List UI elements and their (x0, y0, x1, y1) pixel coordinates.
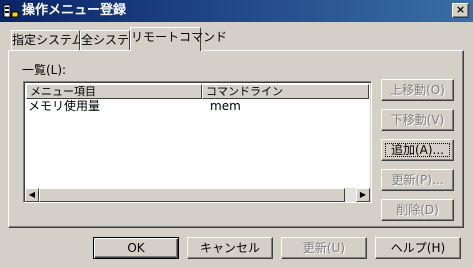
title-bar[interactable]: 操作メニュー登録 × (0, 0, 473, 22)
update-entry-button[interactable]: 更新(P)... (381, 169, 454, 191)
delete-button[interactable]: 削除(D) (381, 199, 454, 221)
tab-label: リモートコマンド (131, 30, 228, 44)
row-menu-item: メモリ使用量 (28, 99, 101, 113)
dialog-app-icon (3, 4, 19, 18)
scroll-right-icon: ▶ (359, 190, 367, 199)
cancel-button[interactable]: キャンセル (187, 237, 273, 259)
scroll-left-button[interactable]: ◀ (25, 188, 39, 202)
scroll-left-icon: ◀ (28, 190, 36, 199)
tab-label: 指定システム (12, 33, 84, 47)
move-up-button[interactable]: 上移動(O) (381, 79, 454, 101)
move-down-button[interactable]: 下移動(V) (381, 109, 454, 131)
ok-button[interactable]: OK (93, 237, 179, 259)
scroll-thumb[interactable] (39, 188, 345, 202)
update-button[interactable]: 更新(U) (281, 237, 367, 259)
help-button[interactable]: ヘルプ(H) (375, 237, 461, 259)
column-header-command-line[interactable]: コマンドライン (202, 84, 369, 99)
close-icon: × (455, 3, 466, 16)
row-command-line: mem (210, 99, 241, 113)
tab-remote-command[interactable]: リモートコマンド (130, 27, 227, 51)
column-header-menu-item[interactable]: メニュー項目 (26, 84, 202, 99)
window-title: 操作メニュー登録 (22, 3, 127, 18)
horizontal-scrollbar[interactable]: ◀ ▶ (25, 188, 370, 202)
list-label: 一覧(L): (22, 63, 67, 77)
close-button[interactable]: × (452, 3, 469, 18)
add-button[interactable]: 追加(A)... (381, 139, 454, 161)
scroll-right-button[interactable]: ▶ (356, 188, 370, 202)
tab-specified-system[interactable]: 指定システム (11, 30, 84, 50)
menu-list-view[interactable]: メニュー項目 コマンドライン メモリ使用量 mem (23, 81, 372, 203)
table-row[interactable]: メモリ使用量 mem (26, 99, 369, 115)
tab-all-systems[interactable]: 全システム (80, 30, 141, 50)
